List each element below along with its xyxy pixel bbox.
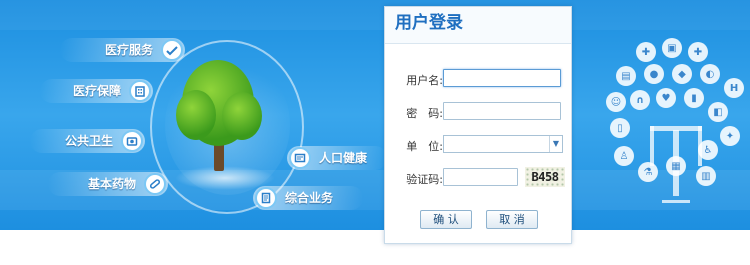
- tree-branch: [650, 126, 654, 166]
- banner-band: [0, 0, 750, 30]
- capsule-icon: ◧: [708, 102, 728, 122]
- captcha-row: 验证码: B458: [385, 167, 573, 188]
- service-label: 基本药物: [87, 177, 136, 191]
- medicine-bottle-icon: ▮: [684, 88, 704, 108]
- service-insurance[interactable]: 医疗保障: [40, 79, 153, 103]
- first-aid-icon: ✚: [688, 42, 708, 62]
- tree-crown: [222, 92, 262, 140]
- service-medical[interactable]: 医疗服务: [60, 38, 185, 62]
- tree-branch: [662, 200, 690, 203]
- unit-select[interactable]: ▼: [443, 135, 563, 153]
- username-label: 用户名:: [406, 74, 443, 87]
- public-health-icon: [121, 130, 143, 152]
- service-label: 公共卫生: [64, 134, 113, 148]
- service-public-health[interactable]: 公共卫生: [30, 129, 145, 153]
- login-title: 用户登录: [385, 7, 571, 44]
- bus-icon: ▤: [616, 66, 636, 86]
- banner: 医疗服务 医疗保障 公共卫生 基本药物 人口健康 综合业务 ✚ ▣ ✚ ▤ ● …: [0, 0, 750, 230]
- password-input[interactable]: [443, 102, 561, 120]
- captcha-text: B458: [531, 170, 559, 184]
- baby-icon: ☺: [606, 92, 626, 112]
- medical-service-icon: [161, 39, 183, 61]
- pills-icon: ◐: [700, 64, 720, 84]
- population-health-icon: [289, 147, 311, 169]
- unit-row: 单 位: ▼: [385, 135, 573, 155]
- cup-icon: ▥: [696, 166, 716, 186]
- service-medicine[interactable]: 基本药物: [48, 172, 168, 196]
- confirm-button[interactable]: 确 认: [420, 210, 472, 229]
- heartbeat-icon: ♥: [656, 88, 676, 108]
- essential-medicine-icon: [144, 173, 166, 195]
- wheelchair-icon: ♿: [698, 140, 718, 160]
- password-label: 密 码:: [406, 107, 443, 120]
- service-population-health[interactable]: 人口健康: [287, 146, 387, 170]
- scale-icon: ◆: [672, 64, 692, 84]
- username-input[interactable]: [443, 69, 561, 87]
- tree-branch: [650, 126, 702, 131]
- login-panel: 用户登录 用户名: 密 码: 单 位: ▼ 验证码: B458 确 认 取 消: [384, 6, 572, 244]
- service-label: 人口健康: [319, 151, 368, 165]
- button-row: 确 认 取 消: [385, 210, 573, 230]
- health-icon-tree: ✚ ▣ ✚ ▤ ● ◆ ◐ H ☺ ∩ ♥ ▮ ◧ ▯ ✦ ♿ ♙ ⚗ ▥ ▦: [600, 30, 750, 203]
- service-label: 医疗保障: [72, 84, 121, 98]
- clipboard-icon: ▦: [666, 156, 686, 176]
- cancel-button[interactable]: 取 消: [486, 210, 538, 229]
- username-row: 用户名:: [385, 69, 573, 89]
- blood-drop-icon: ●: [644, 64, 664, 84]
- password-row: 密 码:: [385, 102, 573, 122]
- doctor-icon: ♙: [614, 146, 634, 166]
- syringe-icon: ✚: [636, 42, 656, 62]
- unit-label: 单 位:: [406, 140, 443, 153]
- captcha-label: 验证码:: [406, 173, 443, 186]
- comprehensive-business-icon: [255, 187, 277, 209]
- flask-icon: ⚗: [638, 162, 658, 182]
- stethoscope-icon: ∩: [630, 90, 650, 110]
- test-tube-icon: ▯: [610, 118, 630, 138]
- tree-crown: [176, 90, 216, 140]
- medical-kit-icon: ▣: [662, 38, 682, 58]
- service-label: 综合业务: [285, 191, 334, 205]
- captcha-input[interactable]: [443, 168, 518, 186]
- hospital-icon: H: [724, 78, 744, 98]
- service-label: 医疗服务: [104, 43, 153, 57]
- medical-insurance-icon: [129, 80, 151, 102]
- captcha-image[interactable]: B458: [525, 167, 565, 187]
- service-comprehensive[interactable]: 综合业务: [253, 186, 363, 210]
- tooth-icon: ✦: [720, 126, 740, 146]
- chevron-down-icon[interactable]: ▼: [549, 136, 562, 152]
